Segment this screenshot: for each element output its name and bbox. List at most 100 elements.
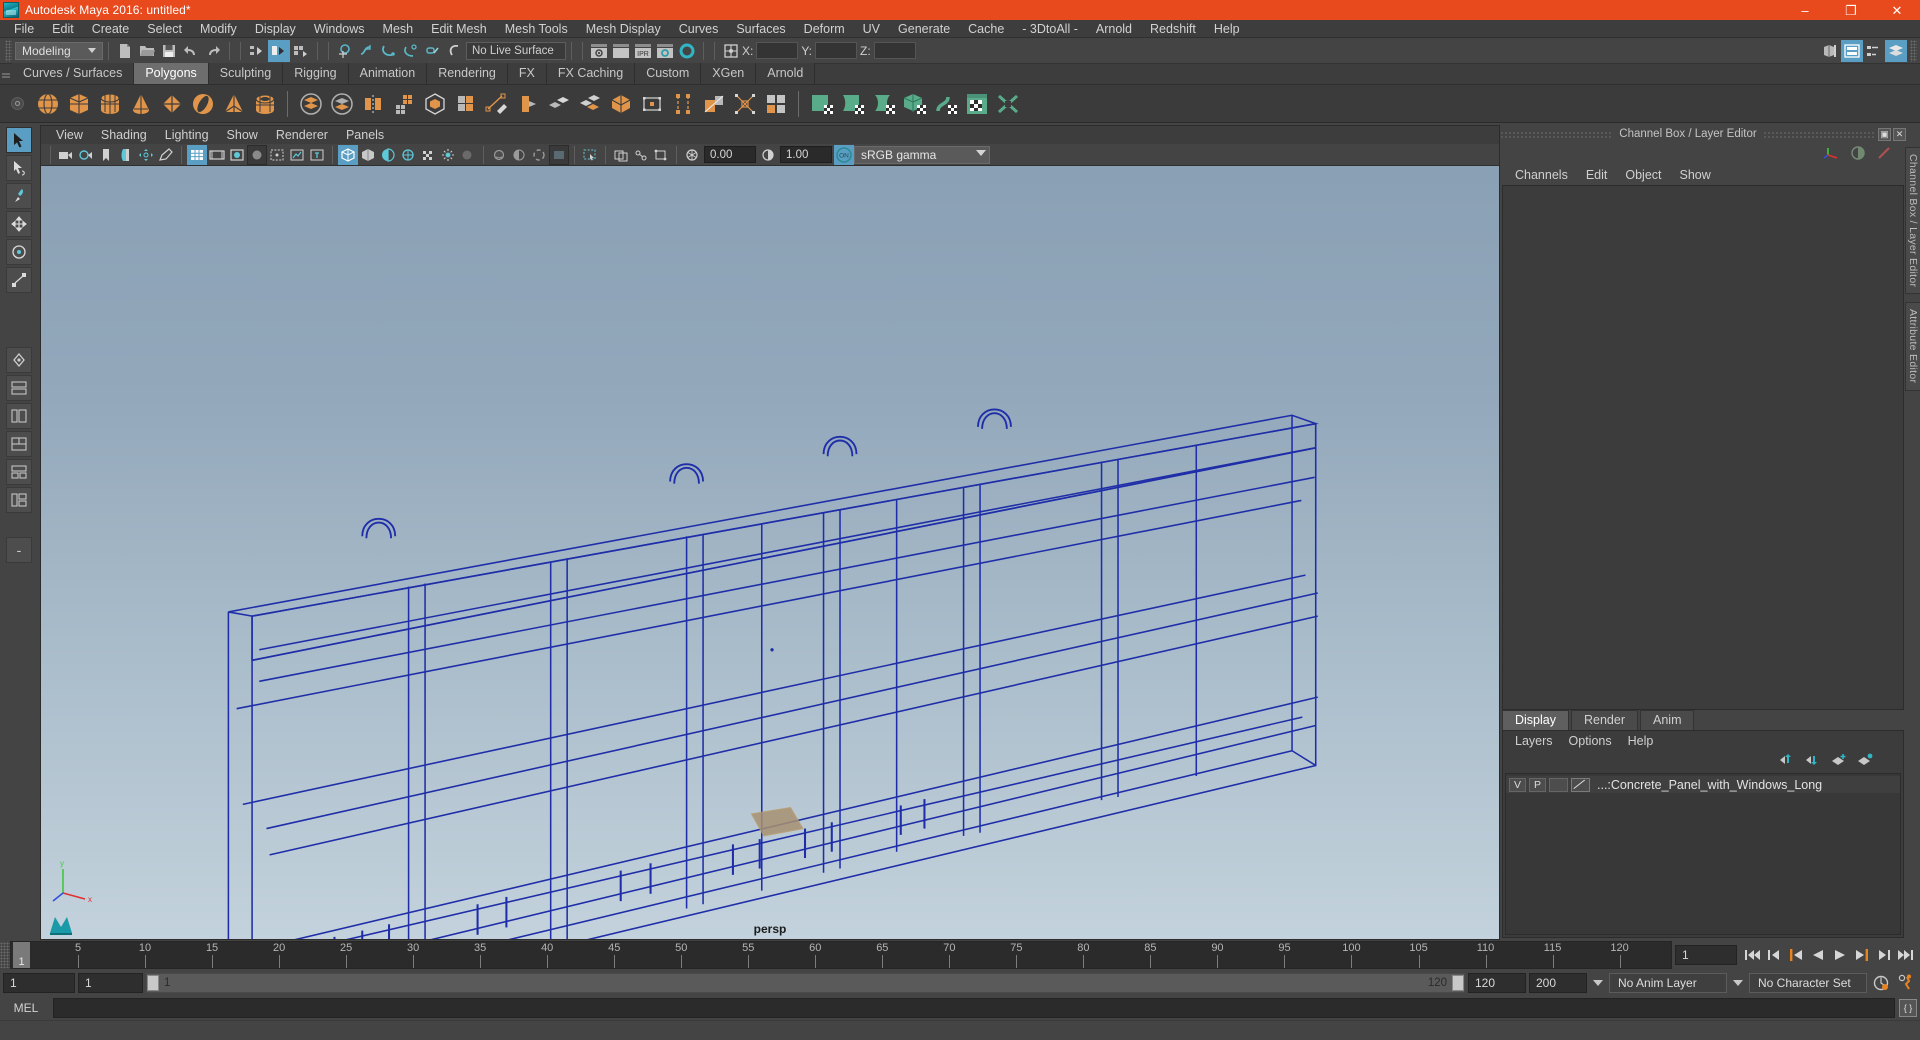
panel-menu-panels[interactable]: Panels — [337, 126, 393, 144]
tab-render[interactable]: Render — [1571, 710, 1638, 730]
channel-box-menu-channels[interactable]: Channels — [1506, 165, 1577, 185]
bookmark-icon[interactable] — [96, 145, 116, 165]
bridge-icon[interactable] — [667, 88, 698, 120]
shelf-tab-custom[interactable]: Custom — [635, 63, 702, 84]
layout-single-pane-icon[interactable] — [6, 347, 32, 373]
layout-persp-graph-icon[interactable] — [6, 431, 32, 457]
uv-unfold-icon[interactable] — [930, 88, 961, 120]
extrude-icon[interactable] — [450, 88, 481, 120]
motion-blur-icon[interactable] — [509, 145, 529, 165]
time-slider-grip[interactable] — [0, 942, 10, 968]
coord-y-input[interactable] — [815, 42, 858, 59]
undo-icon[interactable] — [180, 40, 202, 62]
close-button[interactable]: ✕ — [1874, 0, 1920, 20]
menu-3dtoall[interactable]: - 3DtoAll - — [1013, 20, 1087, 38]
menu-windows[interactable]: Windows — [305, 20, 374, 38]
layer-list[interactable]: V P ...:Concrete_Panel_with_Windows_Long — [1505, 773, 1901, 935]
layout-outliner-persp-graph-icon[interactable] — [6, 487, 32, 513]
menu-edit[interactable]: Edit — [43, 20, 83, 38]
smooth-icon[interactable] — [388, 88, 419, 120]
screen-space-ao-icon[interactable] — [489, 145, 509, 165]
show-hide-modeling-toolkit-icon[interactable] — [1819, 40, 1841, 62]
select-by-hierarchy-icon[interactable] — [246, 40, 268, 62]
close-panel-icon[interactable]: ✕ — [1893, 127, 1907, 141]
menu-edit-mesh[interactable]: Edit Mesh — [422, 20, 496, 38]
menu-redshift[interactable]: Redshift — [1141, 20, 1205, 38]
poly-cone-icon[interactable] — [125, 88, 156, 120]
shelf-tab-xgen[interactable]: XGen — [701, 63, 757, 84]
side-tab-channel-box-layer-editor[interactable]: Channel Box / Layer Editor — [1905, 147, 1920, 295]
append-polygon-icon[interactable] — [698, 88, 729, 120]
uv-editor-icon[interactable] — [961, 88, 992, 120]
redo-icon[interactable] — [202, 40, 224, 62]
select-camera-icon[interactable] — [56, 145, 76, 165]
poly-extrude-face-icon[interactable] — [636, 88, 667, 120]
lasso-tool-icon[interactable] — [6, 155, 32, 181]
use-all-lights-icon[interactable] — [438, 145, 458, 165]
snap-to-projected-center-icon[interactable] — [400, 40, 422, 62]
layout-persp-outliner-icon[interactable] — [6, 403, 32, 429]
exposure-icon[interactable] — [682, 145, 702, 165]
new-scene-icon[interactable] — [114, 40, 136, 62]
uv-automatic-icon[interactable] — [899, 88, 930, 120]
range-slider[interactable]: 1 120 — [146, 973, 1465, 993]
hypershade-icon[interactable] — [676, 40, 698, 62]
current-frame-field[interactable]: 1 — [1675, 945, 1737, 965]
time-slider[interactable]: 1 5 10 15 20 25 30 35 40 45 50 55 60 65 70 75 80 85 90 95 1… — [10, 941, 1672, 969]
multisample-icon[interactable] — [529, 145, 549, 165]
tab-anim[interactable]: Anim — [1640, 710, 1695, 730]
film-origin-icon[interactable] — [267, 145, 287, 165]
anim-end-field[interactable]: 120 — [1468, 973, 1526, 993]
move-layer-up-icon[interactable] — [1779, 753, 1795, 769]
coord-x-input[interactable] — [756, 42, 799, 59]
menu-file[interactable]: File — [5, 20, 43, 38]
color-profile-selector[interactable]: sRGB gamma — [854, 145, 990, 164]
create-polygon-tool-icon[interactable] — [481, 88, 512, 120]
bevel-icon[interactable] — [543, 88, 574, 120]
channel-box-menu-show[interactable]: Show — [1671, 165, 1720, 185]
grid-icon[interactable] — [187, 144, 207, 165]
resolution-gate-icon[interactable] — [227, 145, 247, 165]
layer-type-toggle[interactable] — [1549, 777, 1568, 792]
render-settings-icon[interactable] — [654, 40, 676, 62]
ipr-render-icon[interactable]: IPR — [632, 40, 654, 62]
snap-to-view-plane-icon[interactable] — [422, 40, 444, 62]
tab-display[interactable]: Display — [1502, 710, 1569, 730]
coord-z-input[interactable] — [873, 42, 916, 59]
save-scene-icon[interactable] — [158, 40, 180, 62]
command-input[interactable] — [53, 998, 1895, 1018]
isolate-select-icon[interactable] — [580, 145, 600, 165]
depth-of-field-icon[interactable] — [549, 144, 569, 165]
menu-deform[interactable]: Deform — [795, 20, 854, 38]
multi-cut-icon[interactable] — [512, 88, 543, 120]
show-manipulators-icon[interactable] — [1823, 145, 1840, 163]
poly-sphere-icon[interactable] — [32, 88, 63, 120]
shelf-grip[interactable] — [0, 63, 12, 84]
new-layer-icon[interactable] — [1831, 753, 1847, 769]
gamma-icon[interactable] — [758, 145, 778, 165]
shelf-tab-sculpting[interactable]: Sculpting — [208, 63, 284, 84]
step-back-frame-icon[interactable] — [1785, 945, 1806, 965]
safe-action-icon[interactable] — [287, 145, 307, 165]
channel-box-menu-edit[interactable]: Edit — [1577, 165, 1617, 185]
wedge-face-icon[interactable] — [605, 88, 636, 120]
range-start-field[interactable]: 1 — [3, 973, 75, 993]
attribute-editor-icon[interactable] — [1876, 145, 1892, 164]
poly-pipe-icon[interactable] — [249, 88, 280, 120]
textured-icon[interactable] — [418, 145, 438, 165]
step-forward-frame-icon[interactable] — [1851, 945, 1872, 965]
new-layer-from-selected-icon[interactable] — [1857, 753, 1873, 769]
snap-to-curve-icon[interactable] — [356, 40, 378, 62]
menu-mesh-tools[interactable]: Mesh Tools — [496, 20, 577, 38]
make-live-icon[interactable] — [444, 40, 466, 62]
scale-tool-icon[interactable] — [6, 267, 32, 293]
smooth-shade-all-icon[interactable] — [358, 145, 378, 165]
move-tool-icon[interactable] — [6, 211, 32, 237]
menu-mesh[interactable]: Mesh — [374, 20, 423, 38]
add-layout-icon[interactable]: - — [6, 537, 32, 563]
side-tab-attribute-editor[interactable]: Attribute Editor — [1905, 302, 1920, 391]
tool-settings-icon[interactable] — [1863, 40, 1885, 62]
layer-row[interactable]: V P ...:Concrete_Panel_with_Windows_Long — [1506, 776, 1900, 793]
uv-spherical-icon[interactable] — [868, 88, 899, 120]
select-by-component-icon[interactable] — [290, 40, 312, 62]
